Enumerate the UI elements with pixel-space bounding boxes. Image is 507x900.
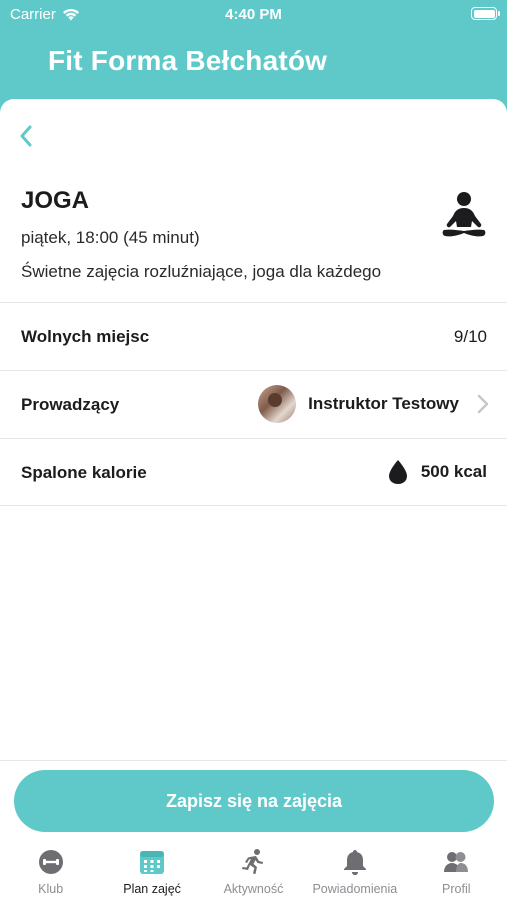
yoga-meditation-icon bbox=[442, 192, 486, 237]
seats-value: 9/10 bbox=[453, 327, 487, 346]
tab-bar: Klub Plan zajęć Aktywność Powiadomienia … bbox=[0, 842, 507, 900]
tab-powiadomienia[interactable]: Powiadomienia bbox=[304, 842, 405, 900]
chevron-left-icon bbox=[20, 125, 32, 147]
instructor-label: Prowadzący bbox=[21, 395, 120, 414]
tab-profil[interactable]: Profil bbox=[406, 842, 507, 900]
tab-aktywnosc[interactable]: Aktywność bbox=[203, 842, 304, 900]
instructor-info: Instruktor Testowy bbox=[258, 385, 489, 423]
tab-label: Plan zajęć bbox=[123, 882, 181, 896]
instructor-avatar bbox=[258, 385, 297, 423]
battery-icon bbox=[471, 7, 500, 20]
tab-klub[interactable]: Klub bbox=[0, 842, 101, 900]
calories-drop-icon bbox=[388, 460, 407, 484]
calendar-icon bbox=[140, 851, 165, 874]
instructor-row[interactable]: Prowadzący Instruktor Testowy bbox=[0, 370, 507, 438]
chevron-right-icon bbox=[477, 394, 489, 414]
footer-divider bbox=[0, 760, 507, 761]
dumbbell-icon bbox=[38, 850, 63, 874]
available-seats-row: Wolnych miejsc 9/10 bbox=[0, 302, 507, 370]
bell-icon bbox=[343, 850, 366, 875]
calories-info: 500 kcal bbox=[387, 459, 487, 485]
seats-label: Wolnych miejsc bbox=[21, 327, 150, 346]
signup-button[interactable]: Zapisz się na zajęcia bbox=[14, 770, 494, 832]
class-header: JOGA piątek, 18:00 (45 minut) Świetne za… bbox=[21, 187, 381, 282]
class-time: piątek, 18:00 (45 minut) bbox=[21, 228, 200, 247]
calories-value: 500 kcal bbox=[420, 462, 487, 481]
app-title: Fit Forma Bełchatów bbox=[48, 45, 328, 76]
class-title: JOGA bbox=[21, 187, 90, 214]
users-icon bbox=[444, 852, 469, 872]
status-time: 4:40 PM bbox=[225, 6, 282, 23]
tab-label: Aktywność bbox=[223, 882, 284, 896]
running-icon bbox=[242, 849, 264, 874]
status-bar: Carrier 4:40 PM bbox=[0, 0, 507, 28]
tab-label: Klub bbox=[38, 882, 64, 896]
tab-label: Profil bbox=[442, 882, 471, 896]
back-button[interactable] bbox=[12, 121, 40, 151]
class-detail-card: JOGA piątek, 18:00 (45 minut) Świetne za… bbox=[0, 99, 507, 900]
tab-label: Powiadomienia bbox=[312, 882, 398, 896]
calories-label: Spalone kalorie bbox=[21, 463, 147, 482]
calories-row: Spalone kalorie 500 kcal bbox=[0, 438, 507, 506]
class-description: Świetne zajęcia rozluźniające, joga dla … bbox=[21, 262, 382, 281]
instructor-name: Instruktor Testowy bbox=[308, 394, 459, 413]
tab-plan-zajec[interactable]: Plan zajęć bbox=[101, 842, 202, 900]
